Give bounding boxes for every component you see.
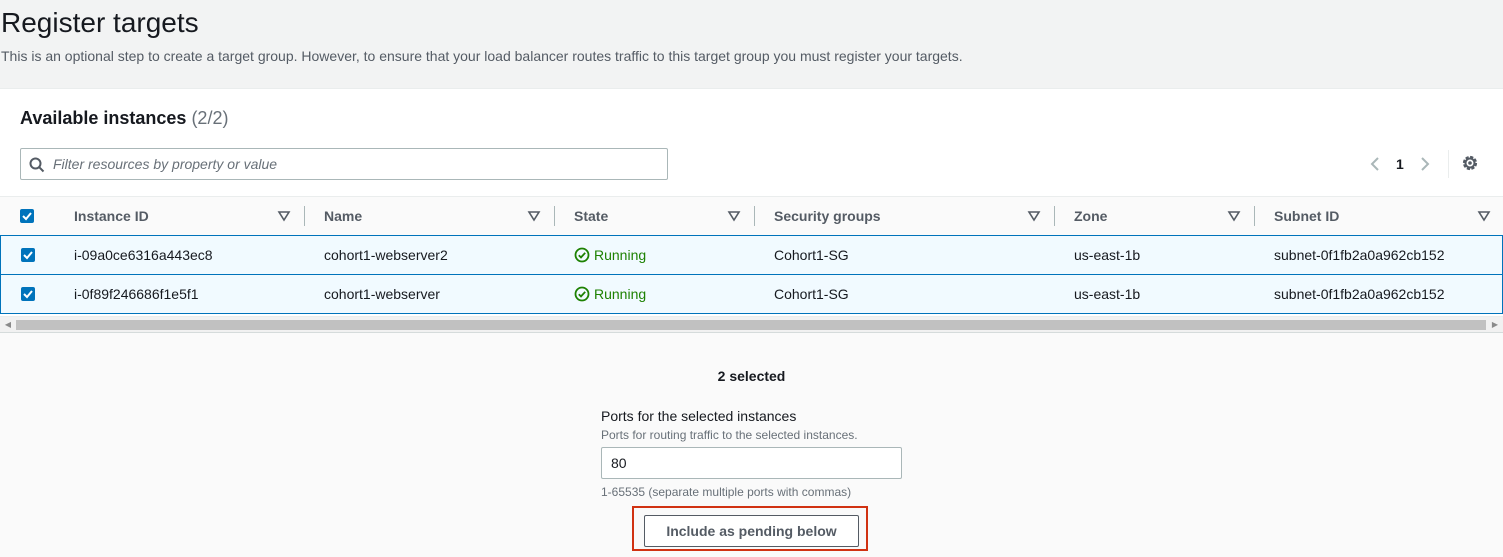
column-header-instance-id[interactable]: Instance ID: [74, 197, 149, 235]
row-checkbox[interactable]: [21, 248, 35, 262]
page-header: Register targets This is an optional ste…: [0, 0, 1503, 88]
state-text: Running: [594, 247, 647, 263]
ports-hint: 1-65535 (separate multiple ports with co…: [601, 485, 852, 499]
ports-input[interactable]: [601, 447, 902, 479]
status-check-icon: [574, 247, 590, 263]
table-row[interactable]: i-09a0ce6316a443ec8 cohort1-webserver2 R…: [0, 235, 1503, 275]
state-cell: Running: [574, 236, 646, 274]
table-header: Instance ID Name State Security groups Z…: [0, 196, 1503, 236]
instance-id-cell: i-09a0ce6316a443ec8: [74, 247, 213, 263]
scrollbar-thumb[interactable]: [16, 320, 1486, 330]
page-description: This is an optional step to create a tar…: [1, 48, 963, 64]
sort-icon[interactable]: [1227, 209, 1241, 223]
panel-title: Available instances (2/2): [20, 108, 228, 129]
name-cell: cohort1-webserver: [324, 286, 440, 302]
selection-panel: 2 selected Ports for the selected instan…: [0, 332, 1503, 557]
column-header-name[interactable]: Name: [324, 197, 362, 235]
subnet-id-cell: subnet-0f1fb2a0a962cb152: [1274, 286, 1445, 302]
state-text: Running: [594, 286, 647, 302]
column-divider[interactable]: [554, 206, 555, 226]
column-divider[interactable]: [304, 206, 305, 226]
available-instances-panel: Available instances (2/2) 1 Instance ID …: [0, 88, 1503, 332]
panel-title-text: Available instances: [20, 108, 187, 128]
instances-table: Instance ID Name State Security groups Z…: [0, 196, 1503, 314]
pager-separator: [1447, 150, 1449, 178]
previous-page-icon[interactable]: [1366, 153, 1384, 175]
state-cell: Running: [574, 275, 646, 313]
column-divider[interactable]: [1054, 206, 1055, 226]
search-input[interactable]: [53, 149, 653, 179]
column-header-security-groups[interactable]: Security groups: [774, 197, 881, 235]
scroll-right-icon[interactable]: ▶: [1490, 320, 1500, 330]
ports-description: Ports for routing traffic to the selecte…: [601, 428, 858, 442]
column-header-state[interactable]: State: [574, 197, 608, 235]
scroll-left-icon[interactable]: ◀: [3, 320, 13, 330]
horizontal-scrollbar[interactable]: ◀ ▶: [0, 316, 1503, 332]
sort-icon[interactable]: [527, 209, 541, 223]
selected-count: 2 selected: [717, 368, 786, 384]
instance-count: (2/2): [191, 108, 229, 128]
column-divider[interactable]: [754, 206, 755, 226]
status-check-icon: [574, 286, 590, 302]
table-row[interactable]: i-0f89f246686f1e5f1 cohort1-webserver Ru…: [0, 274, 1503, 314]
sort-icon[interactable]: [727, 209, 741, 223]
row-checkbox[interactable]: [21, 287, 35, 301]
name-cell: cohort1-webserver2: [324, 247, 448, 263]
include-as-pending-button[interactable]: Include as pending below: [644, 515, 859, 547]
column-header-subnet-id[interactable]: Subnet ID: [1274, 197, 1339, 235]
subnet-id-cell: subnet-0f1fb2a0a962cb152: [1274, 247, 1445, 263]
sort-icon[interactable]: [1027, 209, 1041, 223]
search-box: [20, 148, 668, 180]
zone-cell: us-east-1b: [1074, 247, 1141, 263]
next-page-icon[interactable]: [1416, 153, 1434, 175]
current-page[interactable]: 1: [1396, 156, 1404, 172]
zone-cell: us-east-1b: [1074, 286, 1141, 302]
ports-label: Ports for the selected instances: [601, 408, 797, 424]
column-divider[interactable]: [1254, 206, 1255, 226]
select-all-checkbox[interactable]: [20, 209, 34, 223]
sort-icon[interactable]: [277, 209, 291, 223]
page-title: Register targets: [1, 7, 199, 38]
column-header-zone[interactable]: Zone: [1074, 197, 1107, 235]
instance-id-cell: i-0f89f246686f1e5f1: [74, 286, 199, 302]
pagination: 1: [1366, 150, 1449, 178]
gear-icon[interactable]: [1460, 153, 1480, 173]
security-groups-cell: Cohort1-SG: [774, 247, 849, 263]
search-icon: [29, 157, 45, 173]
sort-icon[interactable]: [1477, 209, 1491, 223]
security-groups-cell: Cohort1-SG: [774, 286, 849, 302]
